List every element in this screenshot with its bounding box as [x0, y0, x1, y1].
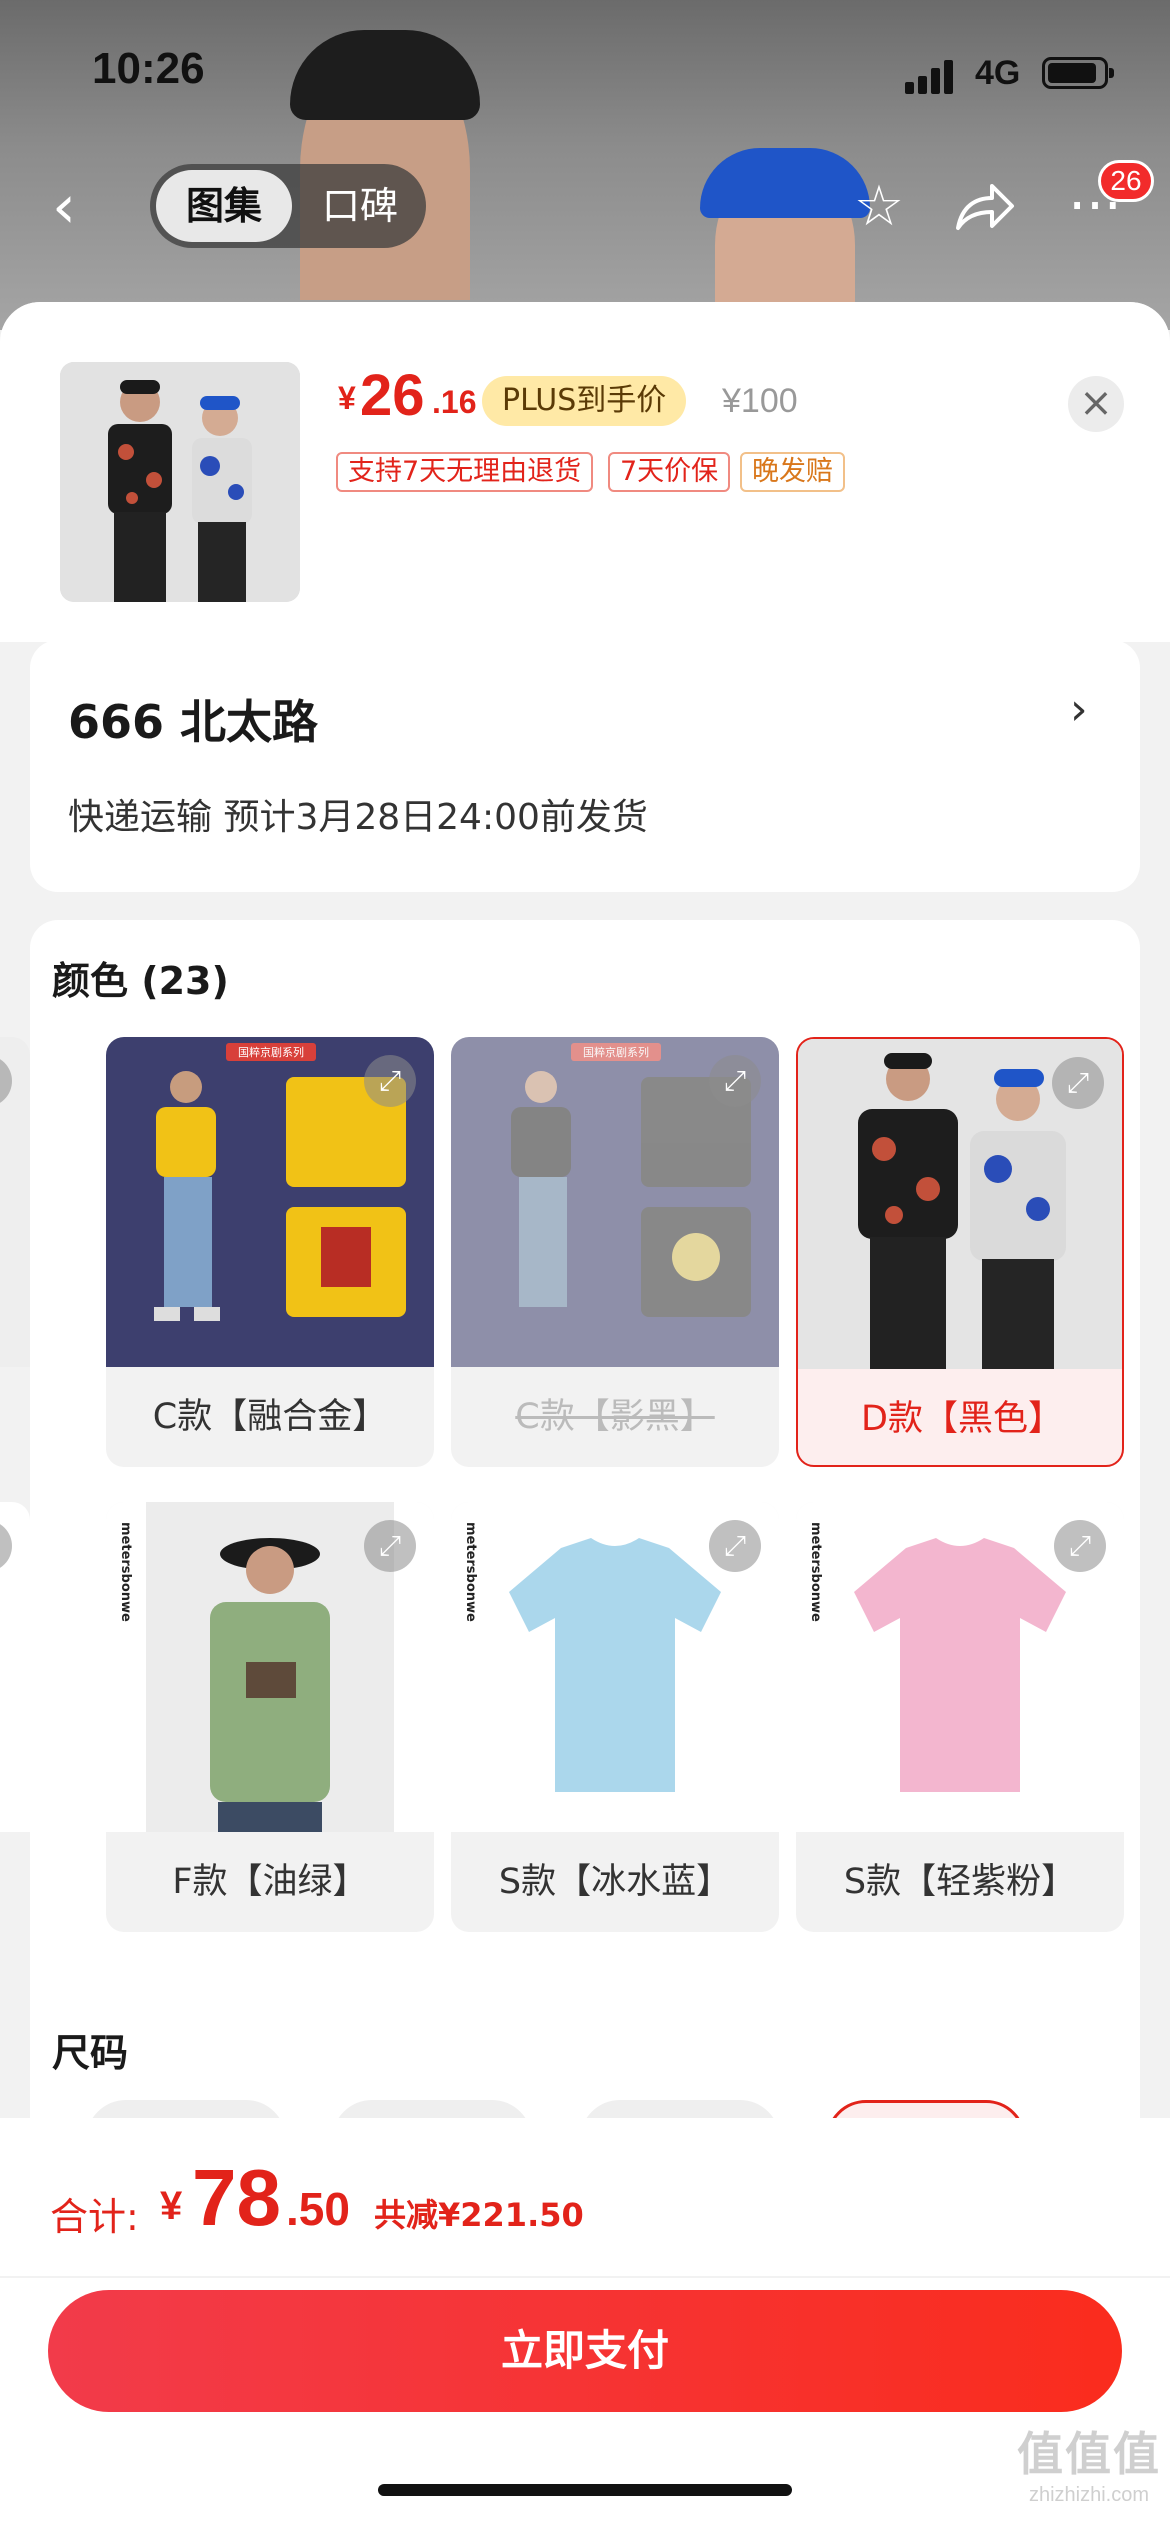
color-option-label: D款【黑色】	[861, 1399, 1063, 1439]
cart-count-badge: 26	[1098, 160, 1154, 202]
signal-icon	[905, 58, 955, 94]
total-integer: 78	[192, 2153, 281, 2242]
home-indicator	[378, 2484, 792, 2496]
color-option[interactable]: 国粹京剧系列 ⤢ C款【融合金】	[106, 1037, 434, 1467]
star-icon[interactable]: ☆	[844, 172, 914, 242]
divider	[0, 2276, 1170, 2278]
address-card[interactable]: 666 北太路 › 快递运输 预计3月28日24:00前发货	[30, 640, 1140, 892]
color-section-title: 颜色 (23)	[52, 959, 229, 1003]
series-banner-text: 国粹京剧系列	[583, 1045, 649, 1059]
expand-icon[interactable]: ⤢	[709, 1520, 761, 1572]
close-icon[interactable]: ×	[1068, 376, 1124, 432]
brand-text: metersbonwe	[463, 1522, 478, 1622]
color-option[interactable]: metersbonwe ⤢ F款【油绿】	[106, 1502, 434, 1932]
service-tag-return: 支持7天无理由退货	[336, 452, 594, 492]
chevron-right-icon: ›	[1070, 684, 1088, 735]
price-currency: ¥	[338, 380, 356, 416]
product-summary: ¥ 26 .16 PLUS到手价 ¥100 × 支持7天无理由退货 7天价保 晚…	[0, 302, 1170, 642]
share-icon[interactable]	[950, 172, 1020, 242]
pay-now-button[interactable]: 立即支付	[48, 2290, 1122, 2412]
color-option-label: C款【影黑】	[515, 1397, 715, 1437]
color-option[interactable]: metersbonwe ⤢ S款【冰水蓝】	[451, 1502, 779, 1932]
price-decimal: .16	[432, 384, 477, 420]
brand-text: metersbonwe	[808, 1522, 823, 1622]
battery-icon	[1042, 57, 1114, 89]
delivery-estimate: 快递运输 预计3月28日24:00前发货	[68, 797, 648, 838]
watermark-url: zhizhizhi.com	[1028, 2484, 1150, 2506]
color-option-label: S款【轻紫粉】	[843, 1862, 1077, 1902]
expand-icon[interactable]: ⤢	[1052, 1057, 1104, 1109]
color-option-selected[interactable]: ⤢ D款【黑色】	[796, 1037, 1124, 1467]
color-option[interactable]: metersbonwe ⤢ S款【轻紫粉】	[796, 1502, 1124, 1932]
checkout-footer: 合计: ¥ 78 .50 共减¥221.50 立即支付 值值值 zhizhizh…	[0, 2118, 1170, 2532]
address-title: 666 北太路	[68, 695, 319, 749]
color-option-label: S款【冰水蓝】	[498, 1862, 732, 1902]
color-option-label: F款【油绿】	[172, 1862, 368, 1902]
series-banner-text: 国粹京剧系列	[238, 1045, 304, 1059]
watermark-logo: 值值值	[1017, 2427, 1161, 2481]
color-option-partial[interactable]: ⤢	[0, 1037, 30, 1467]
product-thumbnail[interactable]	[60, 362, 300, 602]
total-currency: ¥	[160, 2184, 183, 2228]
brand-text: metersbonwe	[118, 1522, 133, 1622]
expand-icon[interactable]: ⤢	[364, 1055, 416, 1107]
model-cap-black	[290, 30, 480, 120]
plus-price-tag: PLUS到手价	[482, 376, 687, 426]
color-option-label: C款【融合金】	[152, 1397, 388, 1437]
status-time: 10:26	[92, 44, 205, 93]
gallery-tab-switcher: 图集 口碑	[150, 164, 426, 248]
tab-gallery[interactable]: 图集	[156, 170, 292, 242]
total-decimal: .50	[286, 2183, 350, 2235]
color-option-partial[interactable]: ⤢	[0, 1502, 30, 1932]
total-label: 合计:	[50, 2195, 139, 2239]
price-integer: 26	[360, 363, 425, 428]
original-price: ¥100	[722, 382, 798, 420]
expand-icon[interactable]: ⤢	[709, 1055, 761, 1107]
service-tag-price-protect: 7天价保	[608, 452, 731, 492]
tab-reviews[interactable]: 口碑	[310, 170, 410, 242]
size-section-title: 尺码	[52, 2031, 129, 2075]
expand-icon[interactable]: ⤢	[364, 1520, 416, 1572]
expand-icon[interactable]: ⤢	[1054, 1520, 1106, 1572]
back-icon[interactable]: ‹	[52, 172, 96, 242]
total-saving: 共减¥221.50	[374, 2196, 584, 2234]
service-tag-late-compensation: 晚发赔	[740, 452, 845, 492]
site-watermark: 值值值 zhizhizhi.com	[1014, 2418, 1164, 2507]
network-label: 4G	[975, 54, 1021, 92]
color-option-disabled: 国粹京剧系列 ⤢ C款【影黑】	[451, 1037, 779, 1467]
